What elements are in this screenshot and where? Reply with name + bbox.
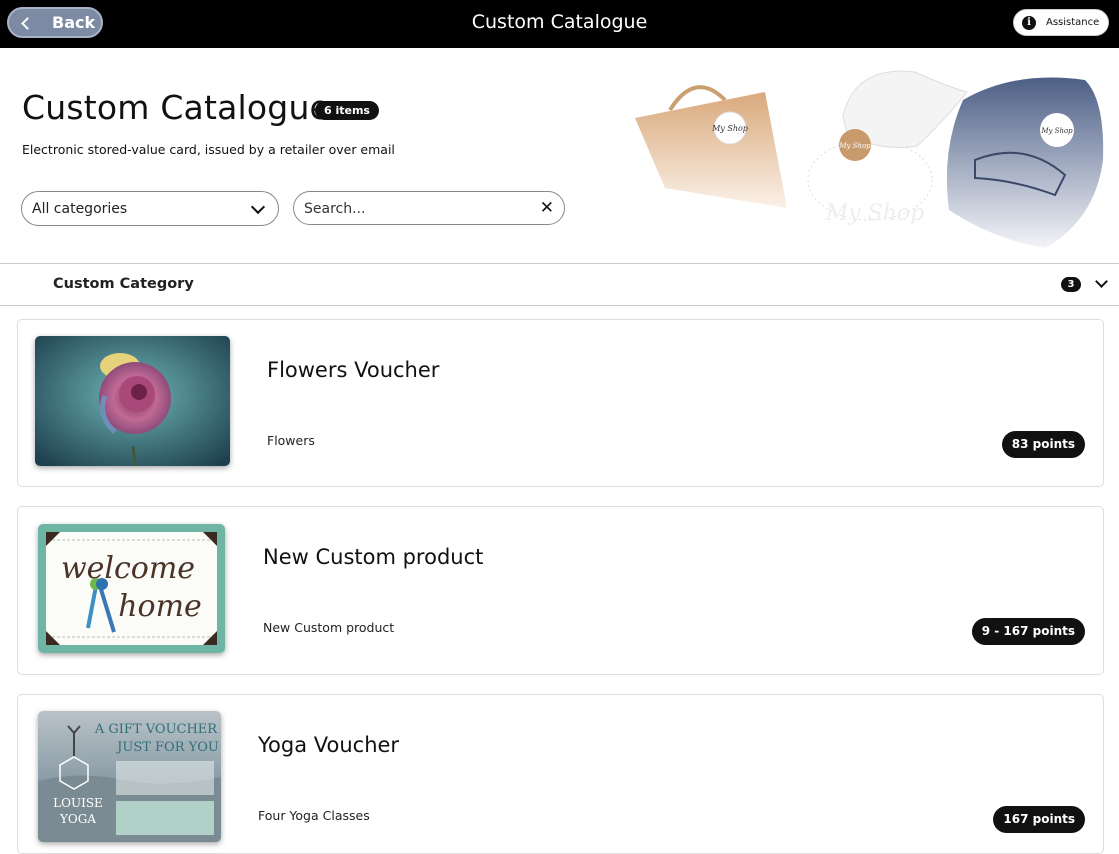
search-input[interactable] [304,199,524,219]
hero-watermark: My Shop [825,201,925,226]
image-text-gift-voucher: A GIFT VOUCHER [94,722,218,737]
shopping-bag-illustration: My Shop [635,85,787,208]
product-description: Flowers [267,433,315,448]
backpack-illustration: My Shop [946,77,1104,248]
image-text-just-for-you: JUST FOR YOU [115,740,219,755]
topbar-title: Custom Catalogue [471,11,648,33]
search-field: ✕ [293,191,565,225]
product-card-flowers-voucher[interactable]: Flowers Voucher Flowers 83 points [17,319,1104,487]
product-card-new-custom-product[interactable]: welcome home New Custom product New Cust… [17,506,1104,675]
points-badge: 9 - 167 points [971,618,1085,645]
backpack-tag-text: My Shop [1040,127,1073,135]
product-name: Flowers Voucher [267,358,440,382]
image-text-yoga: YOGA [59,812,96,826]
page-title: Custom Catalogue [22,88,331,127]
info-icon: i [1022,15,1036,30]
bag-tag-text: My Shop [711,124,748,133]
image-text-welcome: welcome [61,551,195,586]
category-select-value: All categories [32,200,128,217]
category-name: Custom Category [53,276,194,292]
product-name: Yoga Voucher [258,733,400,757]
hero-merchandise-image: My Shop My Shop My Shop My Shop [635,70,1104,248]
new-custom-product-image: welcome home [38,524,225,653]
top-bar: Back Custom Catalogue i Assistance [0,0,1119,48]
assistance-button[interactable]: i Assistance [1013,9,1109,36]
product-description: Four Yoga Classes [258,808,370,823]
points-badge: 167 points [993,806,1085,833]
chevron-down-icon[interactable] [1095,275,1108,288]
image-text-louise: LOUISE [53,796,103,810]
image-text-home: home [118,589,202,624]
product-name: New Custom product [263,545,484,569]
yoga-voucher-image: A GIFT VOUCHER JUST FOR YOU LOUISE YOGA [38,711,221,842]
category-select[interactable]: All categories [21,191,279,226]
category-count-badge: 3 [1061,277,1081,292]
flowers-voucher-image [35,336,230,466]
chevron-down-icon [250,199,266,215]
category-header[interactable]: Custom Category 3 [0,263,1119,306]
clear-search-icon[interactable]: ✕ [540,198,554,218]
cap-tag-text: My Shop [838,142,871,150]
product-card-yoga-voucher[interactable]: A GIFT VOUCHER JUST FOR YOU LOUISE YOGA … [17,694,1104,854]
item-count-badge: 6 items [315,101,379,120]
assistance-label: Assistance [1046,17,1100,28]
points-badge: 83 points [1001,431,1085,458]
cap-illustration: My Shop My Shop [807,70,968,226]
product-description: New Custom product [263,620,395,635]
page-subtitle: Electronic stored-value card, issued by … [22,142,395,157]
